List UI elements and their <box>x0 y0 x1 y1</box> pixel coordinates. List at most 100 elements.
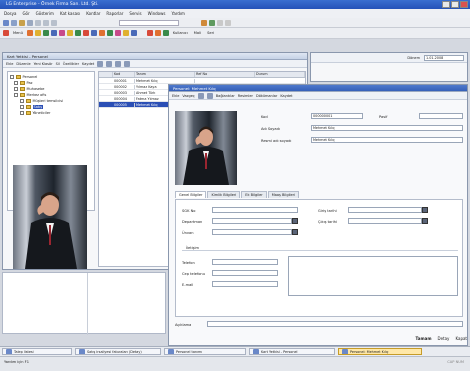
filter-icon[interactable] <box>97 60 104 67</box>
detail-cancel-button[interactable]: Vazgeç <box>182 94 194 98</box>
unvan-input[interactable] <box>212 229 292 235</box>
aciklama-input[interactable] <box>207 321 463 327</box>
print-icon[interactable] <box>27 19 33 26</box>
menu-kontlar[interactable]: Kontlar <box>86 11 100 16</box>
checkbox[interactable] <box>20 111 24 115</box>
checkbox[interactable] <box>10 75 14 79</box>
folder-icon[interactable] <box>201 19 207 26</box>
resmi-input[interactable]: Mehmet Kılıç <box>311 137 463 143</box>
export-icon[interactable] <box>124 60 131 67</box>
search-input[interactable] <box>119 19 179 26</box>
toolbar-label-kullanici[interactable]: Kullanıcı <box>173 31 188 35</box>
checkbox[interactable] <box>20 99 24 103</box>
menu-servis[interactable]: Servis <box>129 11 141 16</box>
paste-icon[interactable] <box>51 19 57 26</box>
calendar-button[interactable] <box>422 218 428 224</box>
address-textarea[interactable] <box>288 256 458 296</box>
col-header-kod[interactable]: Kod <box>113 72 135 77</box>
checkbox[interactable] <box>20 105 24 109</box>
module-icon[interactable] <box>82 30 89 36</box>
checkbox[interactable] <box>14 93 18 97</box>
cikis-date-input[interactable] <box>348 218 422 224</box>
module-icon[interactable] <box>146 30 153 36</box>
col-header[interactable] <box>99 72 113 77</box>
module-icon[interactable] <box>98 30 105 36</box>
menu-yardim[interactable]: Yardım <box>171 11 184 16</box>
detail-save-button[interactable]: Kaydet <box>280 94 292 98</box>
detail-photo[interactable] <box>175 111 237 185</box>
menu-gor[interactable]: Gör <box>22 11 29 16</box>
copy-icon[interactable] <box>43 19 49 26</box>
menu-windows[interactable]: Windows <box>148 11 166 16</box>
module-icon[interactable] <box>106 30 113 36</box>
tool-icon[interactable] <box>206 92 213 99</box>
tree-item[interactable]: Yöneticiler <box>10 110 92 116</box>
documents-button[interactable]: Dökümanlar <box>256 94 277 98</box>
kod-input[interactable]: 000000001 <box>311 113 363 119</box>
tab-ek[interactable]: Ek Bilgiler <box>241 191 267 198</box>
tool-icon[interactable] <box>197 92 204 99</box>
new-folder-button[interactable]: Yeni Klasör <box>34 62 53 66</box>
tab-kimlik[interactable]: Kimlik Bilgileri <box>207 191 241 198</box>
minimize-button[interactable] <box>442 1 450 8</box>
add-button[interactable]: Ekle <box>6 62 13 66</box>
toolbar-label-seri[interactable]: Seri <box>207 31 214 35</box>
task-item[interactable]: Kart Yetkisi - Personel <box>249 348 335 355</box>
edit-button[interactable]: Düzenle <box>16 62 30 66</box>
detail-add-button[interactable]: Ekle <box>172 94 179 98</box>
ok-button[interactable]: Tamam <box>416 336 432 341</box>
images-button[interactable]: Resimler <box>238 94 253 98</box>
module-icon[interactable] <box>90 30 97 36</box>
departman-lookup-button[interactable] <box>292 218 298 224</box>
email-input[interactable] <box>212 281 278 287</box>
module-icon[interactable] <box>42 30 49 36</box>
toolbar-label-mali[interactable]: Mali <box>194 31 201 35</box>
print-icon[interactable] <box>115 60 122 67</box>
save-button[interactable]: Kaydet <box>82 62 94 66</box>
module-icon[interactable] <box>122 30 129 36</box>
module-icon[interactable] <box>66 30 73 36</box>
menu-icon[interactable] <box>3 30 9 36</box>
menu-label[interactable]: Menü <box>13 31 23 35</box>
departman-input[interactable] <box>212 218 292 224</box>
menu-dosya[interactable]: Dosya <box>4 11 16 16</box>
cep-input[interactable] <box>212 270 278 276</box>
period-field[interactable]: 1.01.2008 <box>424 54 464 61</box>
module-icon[interactable] <box>130 30 137 36</box>
module-icon[interactable] <box>74 30 81 36</box>
menu-gosterim[interactable]: Gösterim <box>36 11 54 16</box>
col-header-durum[interactable]: Durum <box>255 72 305 77</box>
module-icon[interactable] <box>34 30 41 36</box>
module-icon[interactable] <box>114 30 121 36</box>
menu-raporlar[interactable]: Raporlar <box>106 11 123 16</box>
calendar-button[interactable] <box>422 207 428 213</box>
sort-icon[interactable] <box>106 60 113 67</box>
new-icon[interactable] <box>3 19 9 26</box>
open-icon[interactable] <box>11 19 17 26</box>
maximize-button[interactable] <box>451 1 459 8</box>
close-dialog-button[interactable]: Kapat <box>455 336 467 341</box>
save-icon[interactable] <box>19 19 25 26</box>
close-button[interactable] <box>460 1 468 8</box>
detail-button[interactable]: Detay <box>438 336 450 341</box>
help-icon[interactable] <box>225 19 231 26</box>
module-icon[interactable] <box>58 30 65 36</box>
module-icon[interactable] <box>50 30 57 36</box>
col-header-tanim[interactable]: Tanım <box>135 72 195 77</box>
tab-maas[interactable]: Maaş Bilgileri <box>267 191 300 198</box>
sgk-input[interactable] <box>212 207 298 213</box>
adsoyad-input[interactable]: Mehmet Kılıç <box>311 125 463 131</box>
delete-button[interactable]: Sil <box>56 62 60 66</box>
checkbox[interactable] <box>14 81 18 85</box>
module-icon[interactable] <box>154 30 161 36</box>
menu-kasa[interactable]: Kat kasası <box>60 11 80 16</box>
task-item[interactable]: Talep listesi <box>2 348 72 355</box>
calc-icon[interactable] <box>217 19 223 26</box>
task-item[interactable]: Satış irsaliyesi faturaları (Detay) <box>75 348 161 355</box>
task-item-active[interactable]: Personel: Mehmet Kılıç <box>338 348 422 355</box>
tab-genel[interactable]: Genel Bilgiler <box>175 191 207 198</box>
unvan-lookup-button[interactable] <box>292 229 298 235</box>
pasif-select[interactable] <box>419 113 463 119</box>
links-button[interactable]: Bağlantılar <box>216 94 235 98</box>
telefon-input[interactable] <box>212 259 278 265</box>
